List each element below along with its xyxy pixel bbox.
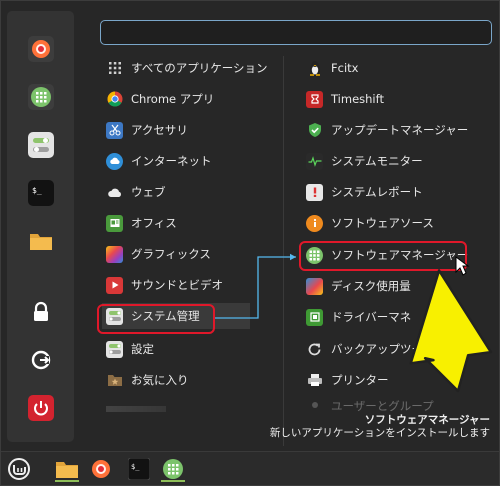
monitor-icon [306, 152, 323, 170]
app-system-monitor[interactable]: システムモニター [306, 148, 496, 174]
software-manager-icon[interactable] [28, 84, 54, 110]
timeshift-icon [306, 90, 323, 108]
svg-text:$_: $_ [131, 463, 140, 471]
scissors-icon [106, 121, 123, 139]
category-all-applications[interactable]: すべてのアプリケーション [102, 55, 268, 81]
app-system-reports[interactable]: システムレポート [306, 179, 496, 205]
app-label: プリンター [331, 373, 389, 387]
app-label: アップデートマネージャー [331, 123, 469, 137]
category-web[interactable]: ウェブ [102, 179, 250, 205]
category-partial-row [102, 398, 250, 414]
svg-text:$_: $_ [32, 186, 42, 195]
category-favorites[interactable]: お気に入り [102, 367, 250, 393]
category-accessories[interactable]: アクセサリ [102, 117, 250, 143]
app-label: Timeshift [331, 92, 384, 106]
search-input[interactable] [100, 20, 492, 45]
category-label: サウンドとビデオ [131, 278, 223, 292]
web-cloud-icon [106, 184, 123, 201]
category-label: 設定 [131, 342, 154, 356]
category-chrome-apps[interactable]: Chrome アプリ [102, 86, 250, 112]
app-update-manager[interactable]: アップデートマネージャー [306, 117, 496, 143]
category-label: インターネット [131, 154, 212, 168]
system-settings-icon[interactable] [28, 132, 54, 158]
info-icon [306, 214, 323, 232]
media-icon [106, 276, 123, 294]
firefox-icon[interactable] [28, 36, 54, 62]
printer-icon [306, 372, 323, 389]
files-icon[interactable] [53, 456, 81, 482]
app-label: ディスク使用量 [331, 279, 411, 293]
lock-screen-icon[interactable] [28, 299, 54, 325]
app-printers[interactable]: プリンター [306, 367, 496, 393]
category-label: アクセサリ [131, 123, 188, 137]
cloud-icon [106, 152, 123, 170]
app-driver-manager[interactable]: ドライバーマネ [306, 304, 496, 330]
shutdown-icon[interactable] [28, 395, 54, 421]
logout-icon[interactable] [28, 347, 54, 373]
files-icon[interactable] [28, 228, 54, 254]
app-label: システムレポート [331, 185, 423, 199]
app-label: バックアップツール [331, 342, 435, 356]
app-backup-tool[interactable]: バックアップツール [306, 336, 496, 362]
category-label: ウェブ [131, 185, 166, 199]
mint-menu-icon[interactable] [5, 456, 33, 482]
app-users-groups[interactable]: ユーザーとグループ [306, 398, 496, 414]
category-graphics[interactable]: グラフィックス [102, 241, 250, 267]
category-label: オフィス [131, 216, 177, 230]
app-label: ソフトウェアソース [331, 216, 434, 230]
tooltip-description: 新しいアプリケーションをインストールします [269, 427, 490, 439]
favorites-panel: $_ [7, 11, 74, 442]
category-sound-video[interactable]: サウンドとビデオ [102, 272, 250, 298]
app-software-sources[interactable]: ソフトウェアソース [306, 210, 496, 236]
settings-icon [106, 340, 123, 358]
backup-icon [306, 341, 323, 358]
highlight-software-manager [299, 241, 467, 271]
grid-icon [106, 60, 123, 77]
chrome-icon [106, 91, 123, 108]
category-office[interactable]: オフィス [102, 210, 250, 236]
category-label: お気に入り [131, 373, 189, 387]
category-label: Chrome アプリ [131, 92, 215, 106]
app-disk-usage[interactable]: ディスク使用量 [306, 273, 496, 299]
app-label: ドライバーマネ [331, 310, 412, 324]
app-label: Fcitx [331, 61, 359, 75]
app-tooltip: ソフトウェアマネージャー 新しいアプリケーションをインストールします [262, 414, 492, 444]
office-icon [106, 214, 123, 232]
category-label: すべてのアプリケーション [131, 61, 268, 75]
active-indicator [55, 480, 79, 482]
category-label: グラフィックス [131, 247, 211, 261]
disk-icon [306, 277, 323, 295]
highlight-administration [97, 304, 215, 334]
users-icon [306, 399, 323, 413]
active-indicator [161, 480, 185, 482]
column-divider [283, 56, 284, 446]
penguin-icon [306, 60, 323, 77]
graphics-icon [106, 245, 123, 263]
software-manager-icon[interactable] [159, 456, 187, 482]
category-internet[interactable]: インターネット [102, 148, 250, 174]
shield-icon [306, 122, 323, 139]
tooltip-title: ソフトウェアマネージャー [364, 414, 490, 426]
star-folder-icon [106, 372, 123, 389]
category-settings[interactable]: 設定 [102, 336, 250, 362]
app-fcitx[interactable]: Fcitx [306, 55, 496, 81]
app-label: ユーザーとグループ [331, 399, 434, 413]
firefox-icon[interactable] [87, 456, 115, 482]
taskbar: $_ [1, 451, 499, 485]
app-label: システムモニター [331, 154, 423, 168]
driver-icon [306, 308, 323, 326]
report-icon [306, 183, 323, 201]
terminal-icon[interactable]: $_ [28, 180, 54, 206]
terminal-icon[interactable]: $_ [125, 456, 153, 482]
app-timeshift[interactable]: Timeshift [306, 86, 496, 112]
